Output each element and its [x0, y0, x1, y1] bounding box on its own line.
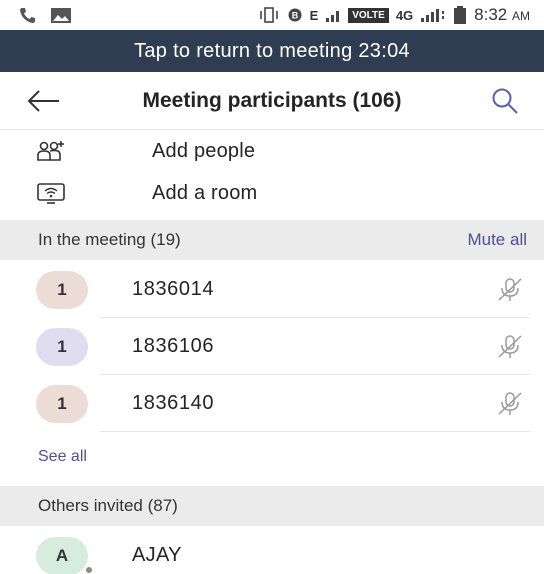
- others-invited-section-header: Others invited (87): [0, 486, 544, 526]
- participant-row[interactable]: 1 1836106: [0, 318, 544, 375]
- page-title: Meeting participants (106): [142, 89, 402, 112]
- clock: 8:32 AM: [474, 5, 530, 25]
- participant-row[interactable]: 1 1836140: [0, 375, 544, 432]
- phone-call-icon: [20, 8, 35, 23]
- volte-badge: VOLTE: [348, 7, 389, 23]
- room-icon: [36, 181, 66, 205]
- in-meeting-label: In the meeting (19): [38, 230, 181, 249]
- vibrate-icon: [259, 7, 278, 23]
- row-divider: [100, 431, 530, 432]
- search-button[interactable]: [488, 86, 522, 116]
- presence-status-icon: [84, 565, 94, 574]
- avatar: 1: [36, 328, 88, 366]
- battery-icon: [454, 6, 467, 24]
- mute-all-button[interactable]: Mute all: [467, 230, 527, 250]
- in-meeting-section-header: In the meeting (19) Mute all: [0, 220, 544, 260]
- signal-icon-2: [421, 9, 445, 22]
- network-type-e: E: [309, 7, 319, 23]
- banner-text: Tap to return to meeting 23:04: [134, 39, 410, 62]
- back-button[interactable]: [26, 86, 62, 116]
- svg-text:B: B: [291, 11, 298, 21]
- participant-row[interactable]: 1 1836014: [0, 261, 544, 318]
- status-left: [18, 6, 72, 24]
- invited-participant-row[interactable]: A AJAY: [0, 527, 544, 574]
- participant-name: 1836106: [132, 335, 215, 357]
- add-room-row[interactable]: Add a room: [0, 172, 544, 214]
- status-bar: B E VOLTE 4G 8:32 AM: [0, 0, 544, 30]
- search-icon: [492, 88, 518, 114]
- clock-ampm: AM: [512, 9, 530, 23]
- add-people-row[interactable]: Add people: [0, 130, 544, 172]
- return-to-meeting-banner[interactable]: Tap to return to meeting 23:04: [0, 30, 544, 72]
- participant-name: AJAY: [132, 544, 182, 566]
- mic-muted-icon[interactable]: [496, 391, 524, 417]
- network-type-4g: 4G: [395, 7, 414, 23]
- header: Meeting participants (106): [0, 72, 544, 130]
- mic-muted-icon[interactable]: [496, 334, 524, 360]
- avatar: 1: [36, 385, 88, 423]
- add-people-label: Add people: [152, 139, 256, 162]
- add-people-icon: [36, 139, 66, 163]
- arrow-left-icon: [27, 90, 59, 112]
- clock-time: 8:32: [474, 5, 508, 24]
- others-invited-label: Others invited (87): [38, 496, 178, 515]
- participant-name: 1836014: [132, 278, 215, 300]
- data-saver-icon: B: [288, 8, 302, 22]
- participant-name: 1836140: [132, 392, 215, 414]
- avatar: A: [36, 537, 88, 574]
- add-room-label: Add a room: [152, 181, 258, 204]
- status-right: B E VOLTE 4G 8:32 AM: [258, 5, 530, 25]
- image-notification-icon: [51, 8, 71, 23]
- mic-muted-icon[interactable]: [496, 277, 524, 303]
- see-all-link[interactable]: See all: [38, 448, 87, 466]
- avatar: 1: [36, 271, 88, 309]
- signal-icon: [326, 11, 340, 22]
